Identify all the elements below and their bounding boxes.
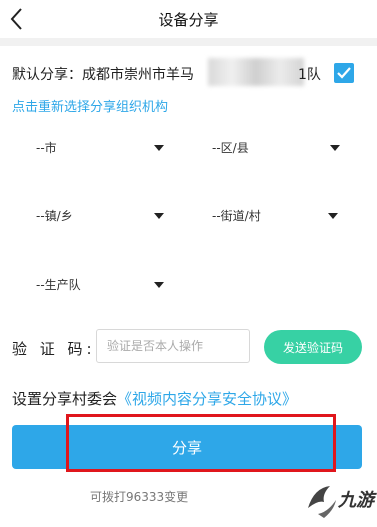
default-share-suffix: 1队 — [298, 67, 321, 83]
caret-down-icon — [330, 145, 340, 151]
caret-down-icon — [328, 213, 338, 219]
footer-note: 可拨打96333变更 — [90, 490, 189, 504]
city-select[interactable]: --市 — [36, 137, 166, 159]
district-select[interactable]: --区/县 — [212, 137, 342, 159]
city-select-label: --市 — [36, 141, 57, 155]
share-section-label: 设置分享村委会 — [12, 390, 118, 408]
district-select-label: --区/县 — [212, 141, 249, 155]
street-select[interactable]: --街道/村 — [212, 205, 342, 227]
verification-label: 验 证 码: — [12, 340, 96, 358]
default-share-label: 默认分享：成都市崇州市羊马 — [12, 67, 194, 83]
caret-down-icon — [154, 145, 164, 151]
team-select[interactable]: --生产队 — [36, 274, 166, 296]
caret-down-icon — [154, 213, 164, 219]
caret-down-icon — [154, 282, 164, 288]
street-select-label: --街道/村 — [212, 209, 261, 223]
header-divider — [0, 38, 377, 46]
share-section-title: 设置分享村委会《视频内容分享安全协议》 — [12, 388, 297, 409]
town-select[interactable]: --镇/乡 — [36, 205, 166, 227]
verification-code-input[interactable] — [96, 329, 250, 363]
reselect-organization-link[interactable]: 点击重新选择分享组织机构 — [12, 96, 168, 115]
agreement-link[interactable]: 《视频内容分享安全协议》 — [117, 390, 297, 408]
watermark-text: 九游 — [338, 490, 374, 511]
header-bar: 设备分享 — [0, 0, 377, 38]
blurred-address — [208, 58, 304, 86]
share-button[interactable]: 分享 — [12, 425, 362, 469]
checkmark-icon — [337, 67, 351, 79]
page-title: 设备分享 — [158, 11, 219, 29]
team-select-label: --生产队 — [36, 278, 81, 292]
town-select-label: --镇/乡 — [36, 209, 73, 223]
default-share-checkbox[interactable] — [334, 63, 354, 83]
send-code-button[interactable]: 发送验证码 — [264, 330, 362, 364]
